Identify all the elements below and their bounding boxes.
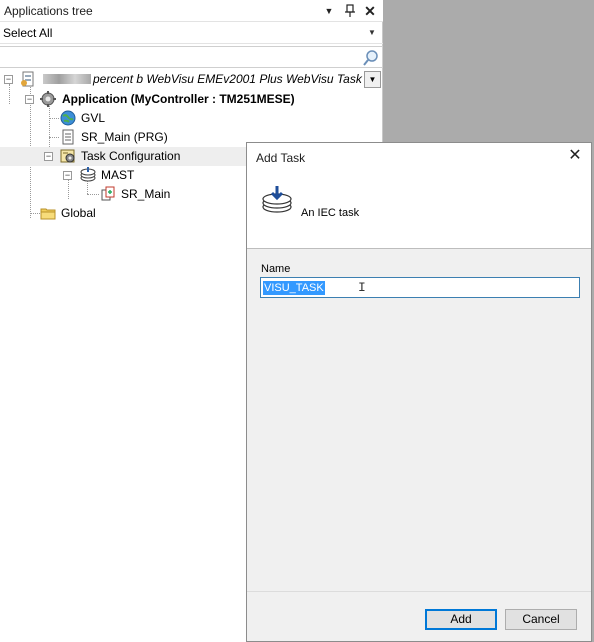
task-icon: [262, 186, 292, 213]
close-icon[interactable]: ✕: [362, 2, 378, 20]
search-box: [0, 46, 383, 68]
redacted-name: [43, 74, 91, 84]
search-input[interactable]: [4, 49, 354, 65]
root-dropdown-icon[interactable]: ▼: [364, 71, 381, 88]
chevron-down-icon[interactable]: ▼: [321, 2, 337, 20]
name-label: Name: [261, 263, 291, 275]
sr-main-label: SR_Main: [121, 187, 171, 201]
folder-icon: [40, 208, 56, 220]
tree-node-sr-main[interactable]: SR_Main: [0, 185, 246, 204]
cancel-button[interactable]: Cancel: [505, 609, 577, 630]
tree-node-global[interactable]: Global: [0, 204, 246, 223]
name-field-value: VISU_TASK: [263, 281, 325, 295]
search-icon[interactable]: [362, 49, 380, 67]
globe-icon: [60, 110, 76, 126]
global-label: Global: [61, 206, 96, 220]
tree-root-node[interactable]: − percent b WebVisu EMEv2001 Plus WebVis…: [0, 70, 383, 89]
program-call-icon: [101, 186, 115, 201]
add-button[interactable]: Add: [425, 609, 497, 630]
dialog-body: Name VISU_TASK I: [247, 249, 591, 591]
panel-header: Applications tree ▼ ✕: [0, 0, 383, 22]
filter-select[interactable]: Select All ▼: [0, 22, 383, 44]
project-icon: [21, 71, 34, 87]
application-label: Application (MyController : TM251MESE): [62, 92, 295, 106]
collapse-icon[interactable]: −: [4, 75, 13, 84]
task-configuration-icon: [60, 149, 75, 163]
gear-icon: [40, 91, 56, 107]
filter-value: Select All: [3, 26, 53, 40]
mast-label: MAST: [101, 168, 135, 182]
text-cursor-icon: I: [358, 280, 366, 295]
name-field[interactable]: VISU_TASK I: [260, 277, 580, 298]
tree-node-gvl[interactable]: GVL: [0, 109, 383, 128]
collapse-icon[interactable]: −: [44, 152, 53, 161]
tree-node-application[interactable]: − Application (MyController : TM251MESE): [0, 90, 383, 109]
dialog-footer: Add Cancel: [247, 591, 591, 641]
tree-node-task-configuration[interactable]: − Task Configuration: [0, 147, 246, 166]
collapse-icon[interactable]: −: [63, 171, 72, 180]
dialog-header-area: An IEC task: [247, 171, 591, 249]
pin-icon[interactable]: [342, 2, 358, 20]
task-icon: [80, 167, 96, 182]
dialog-description: An IEC task: [301, 207, 360, 219]
close-icon[interactable]: ✕: [565, 147, 585, 167]
dialog-title: Add Task: [256, 151, 306, 165]
tree-node-mast[interactable]: − MAST: [0, 166, 246, 185]
collapse-icon[interactable]: −: [25, 95, 34, 104]
sr-main-prg-label: SR_Main (PRG): [81, 130, 168, 144]
add-task-dialog: Add Task ✕ An IEC task Name VISU_TASK I …: [246, 142, 592, 642]
dropdown-arrow-icon: ▼: [368, 28, 376, 37]
task-configuration-label: Task Configuration: [81, 149, 181, 163]
root-node-label: percent b WebVisu EMEv2001 Plus WebVisu …: [93, 72, 362, 86]
gvl-label: GVL: [81, 111, 106, 125]
program-icon: [62, 129, 74, 145]
panel-title: Applications tree: [4, 4, 93, 18]
